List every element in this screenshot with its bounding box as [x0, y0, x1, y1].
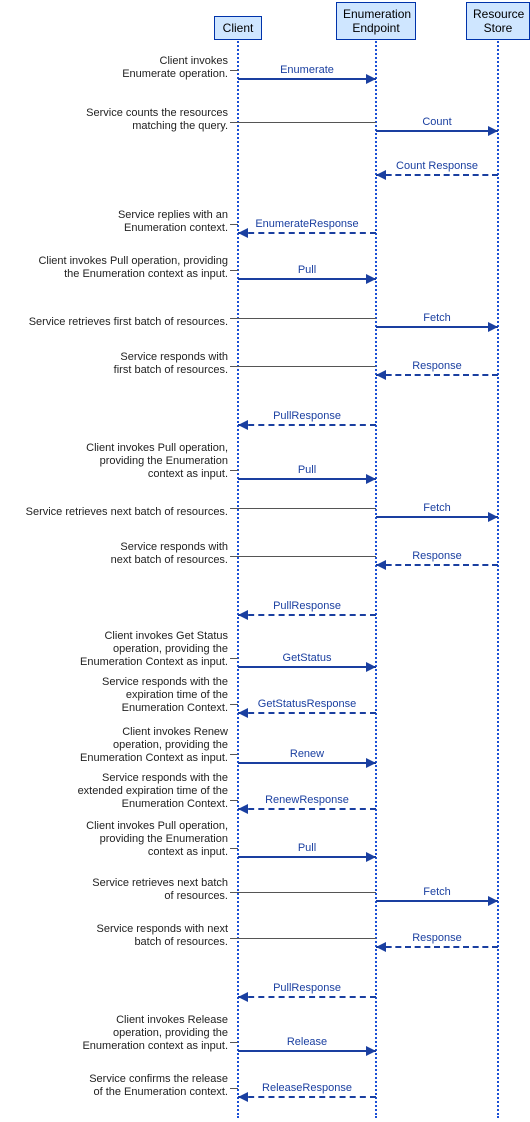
step-description: Client invokes Pull operation, providing…: [2, 255, 228, 281]
step-description: Service retrieves next batch of resource…: [2, 506, 228, 519]
message-arrow: [238, 762, 376, 764]
message-label: Fetch: [372, 502, 502, 514]
participant-store: ResourceStore: [466, 2, 530, 40]
message-label: PullResponse: [242, 600, 372, 612]
leader-line: [230, 366, 376, 367]
message-arrow: [376, 374, 498, 376]
step-description: Client invokes Releaseoperation, providi…: [2, 1014, 228, 1053]
step-description: Service retrieves first batch of resourc…: [2, 316, 228, 329]
leader-line: [230, 318, 376, 319]
message-label: Response: [372, 932, 502, 944]
message-arrow: [376, 130, 498, 132]
step-description: Service responds withnext batch of resou…: [2, 541, 228, 567]
message-arrow: [238, 478, 376, 480]
message-label: GetStatusResponse: [242, 698, 372, 710]
message-arrow: [238, 666, 376, 668]
leader-line: [230, 470, 238, 471]
step-description: Service confirms the releaseof the Enume…: [2, 1073, 228, 1099]
step-description: Service replies with anEnumeration conte…: [2, 209, 228, 235]
leader-line: [230, 122, 376, 123]
message-label: Enumerate: [242, 64, 372, 76]
step-description: Service responds with theexpiration time…: [2, 676, 228, 715]
message-label: Release: [242, 1036, 372, 1048]
message-label: Response: [372, 550, 502, 562]
message-arrow: [376, 326, 498, 328]
leader-line: [230, 508, 376, 509]
step-description: Client invokes Pull operation,providing …: [2, 820, 228, 859]
message-arrow: [238, 232, 376, 234]
message-label: Count Response: [372, 160, 502, 172]
leader-line: [230, 224, 238, 225]
leader-line: [230, 754, 238, 755]
message-label: RenewResponse: [242, 794, 372, 806]
step-description: Client invokes Get Statusoperation, prov…: [2, 630, 228, 669]
participant-client: Client: [214, 16, 262, 40]
step-description: Client invokes Pull operation,providing …: [2, 442, 228, 481]
leader-line: [230, 70, 238, 71]
message-arrow: [238, 996, 376, 998]
message-arrow: [238, 278, 376, 280]
message-arrow: [238, 1050, 376, 1052]
step-description: Service responds with theextended expira…: [2, 772, 228, 811]
message-label: PullResponse: [242, 410, 372, 422]
message-label: Fetch: [372, 312, 502, 324]
step-description: Service counts the resourcesmatching the…: [2, 107, 228, 133]
message-label: Pull: [242, 264, 372, 276]
message-label: Response: [372, 360, 502, 372]
leader-line: [230, 800, 238, 801]
leader-line: [230, 556, 376, 557]
message-label: Fetch: [372, 886, 502, 898]
message-arrow: [238, 424, 376, 426]
leader-line: [230, 1088, 238, 1089]
message-arrow: [238, 78, 376, 80]
sequence-diagram: { "layout": { "diagramHeight": 1118, "li…: [0, 0, 530, 1122]
leader-line: [230, 892, 376, 893]
message-arrow: [376, 564, 498, 566]
step-description: Service responds with nextbatch of resou…: [2, 923, 228, 949]
message-arrow: [376, 900, 498, 902]
message-arrow: [238, 808, 376, 810]
lifeline-client: [237, 38, 239, 1118]
lifeline-endpoint: [375, 38, 377, 1118]
message-label: Count: [372, 116, 502, 128]
message-arrow: [238, 1096, 376, 1098]
message-label: ReleaseResponse: [242, 1082, 372, 1094]
message-arrow: [376, 946, 498, 948]
leader-line: [230, 938, 376, 939]
message-label: PullResponse: [242, 982, 372, 994]
leader-line: [230, 270, 238, 271]
message-label: Renew: [242, 748, 372, 760]
step-description: Service retrieves next batchof resources…: [2, 877, 228, 903]
message-label: Pull: [242, 464, 372, 476]
message-arrow: [376, 174, 498, 176]
message-arrow: [238, 614, 376, 616]
leader-line: [230, 658, 238, 659]
message-label: GetStatus: [242, 652, 372, 664]
message-label: Pull: [242, 842, 372, 854]
message-arrow: [238, 712, 376, 714]
step-description: Client invokes Renewoperation, providing…: [2, 726, 228, 765]
message-label: EnumerateResponse: [242, 218, 372, 230]
leader-line: [230, 1042, 238, 1043]
message-arrow: [238, 856, 376, 858]
leader-line: [230, 704, 238, 705]
lifeline-store: [497, 38, 499, 1118]
leader-line: [230, 848, 238, 849]
step-description: Service responds withfirst batch of reso…: [2, 351, 228, 377]
message-arrow: [376, 516, 498, 518]
step-description: Client invokesEnumerate operation.: [2, 55, 228, 81]
participant-endpoint: EnumerationEndpoint: [336, 2, 416, 40]
